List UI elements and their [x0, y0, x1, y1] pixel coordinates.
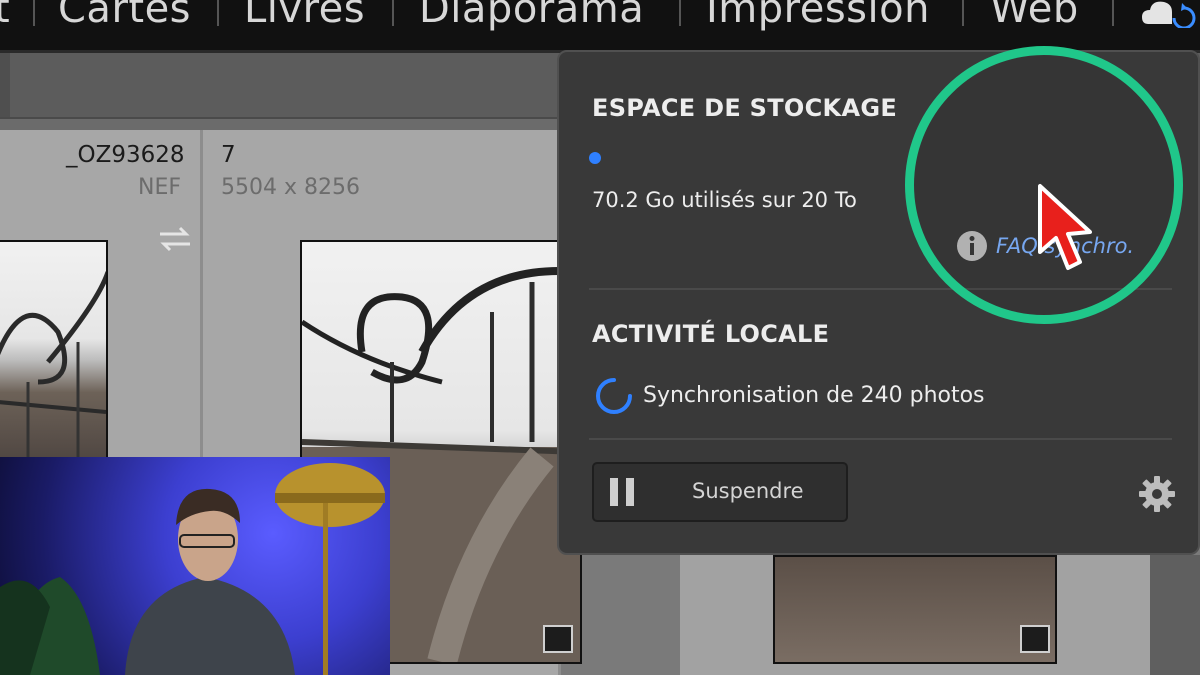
- module-livres[interactable]: Livres: [244, 0, 365, 32]
- cloud-sync-icon[interactable]: [1140, 0, 1200, 28]
- rollercoaster-photo: [0, 271, 106, 457]
- sync-status-text: Synchronisation de 240 photos: [643, 383, 985, 408]
- module-partial[interactable]: t: [0, 0, 10, 32]
- cell-index: 7: [221, 142, 236, 168]
- webcam-overlay: [0, 457, 390, 675]
- sync-spinner-icon: [596, 378, 632, 414]
- storage-usage-text: 70.2 Go utilisés sur 20 To: [592, 188, 857, 212]
- module-separator: [33, 0, 35, 26]
- toolbar-edge: [0, 53, 10, 117]
- pause-icon: [610, 478, 634, 506]
- swap-arrows-icon[interactable]: [156, 226, 194, 252]
- presenter-video: [0, 463, 385, 675]
- grid-scroll-edge: [1150, 555, 1200, 675]
- module-diaporama[interactable]: Diaporama: [419, 0, 644, 32]
- cell-dimensions: 5504 x 8256: [221, 175, 360, 200]
- section-divider: [589, 438, 1172, 440]
- photo-thumbnail[interactable]: [0, 240, 108, 459]
- module-separator: [962, 0, 964, 26]
- pause-button-label: Suspendre: [692, 479, 804, 503]
- module-separator: [217, 0, 219, 26]
- module-cartes[interactable]: Cartes: [58, 0, 191, 32]
- cell-format: NEF: [138, 175, 182, 200]
- module-separator: [392, 0, 394, 26]
- local-activity-title: ACTIVITÉ LOCALE: [592, 320, 830, 348]
- cell-filename: _OZ93628: [66, 142, 185, 168]
- module-separator: [679, 0, 681, 26]
- gear-icon[interactable]: [1137, 474, 1177, 514]
- mouse-cursor-icon: [1038, 184, 1092, 270]
- stack-badge-icon[interactable]: [543, 625, 573, 653]
- pause-sync-button[interactable]: Suspendre: [592, 462, 848, 522]
- module-impression[interactable]: Impression: [706, 0, 930, 32]
- module-web[interactable]: Web: [990, 0, 1079, 32]
- storage-usage-indicator: [589, 152, 601, 164]
- module-bar: t Cartes Livres Diaporama Impression Web: [0, 0, 1200, 53]
- storage-title: ESPACE DE STOCKAGE: [592, 94, 898, 122]
- stack-badge-icon[interactable]: [1020, 625, 1050, 653]
- photo-thumbnail[interactable]: [773, 555, 1057, 664]
- module-separator: [1112, 0, 1114, 26]
- grid-cell[interactable]: [680, 555, 1153, 675]
